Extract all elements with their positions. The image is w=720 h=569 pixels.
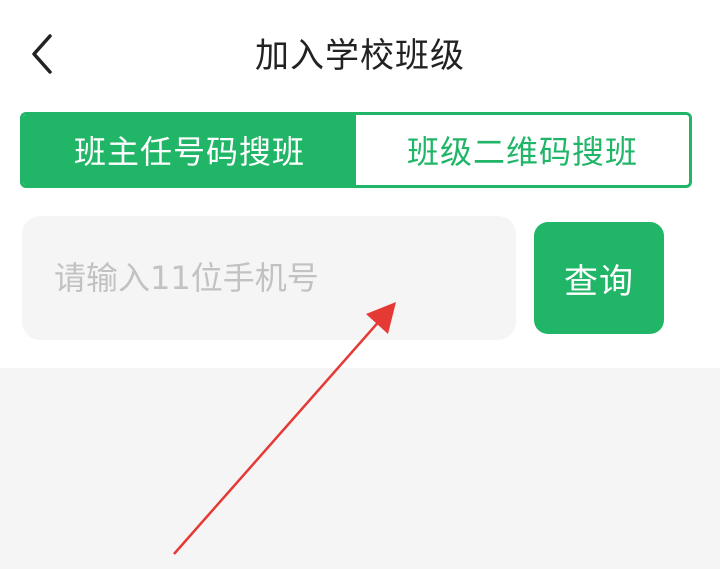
- query-button[interactable]: 查询: [534, 222, 664, 334]
- header-bar: 加入学校班级: [0, 0, 720, 109]
- phone-input[interactable]: [52, 258, 486, 298]
- page-title: 加入学校班级: [255, 36, 465, 76]
- tab-qrcode-search[interactable]: 班级二维码搜班: [356, 115, 689, 185]
- search-mode-tabs: 班主任号码搜班 班级二维码搜班: [20, 112, 692, 188]
- phone-input-container: [22, 216, 516, 340]
- tab-phone-search[interactable]: 班主任号码搜班: [23, 115, 356, 185]
- search-panel: 班主任号码搜班 班级二维码搜班 查询: [0, 108, 720, 368]
